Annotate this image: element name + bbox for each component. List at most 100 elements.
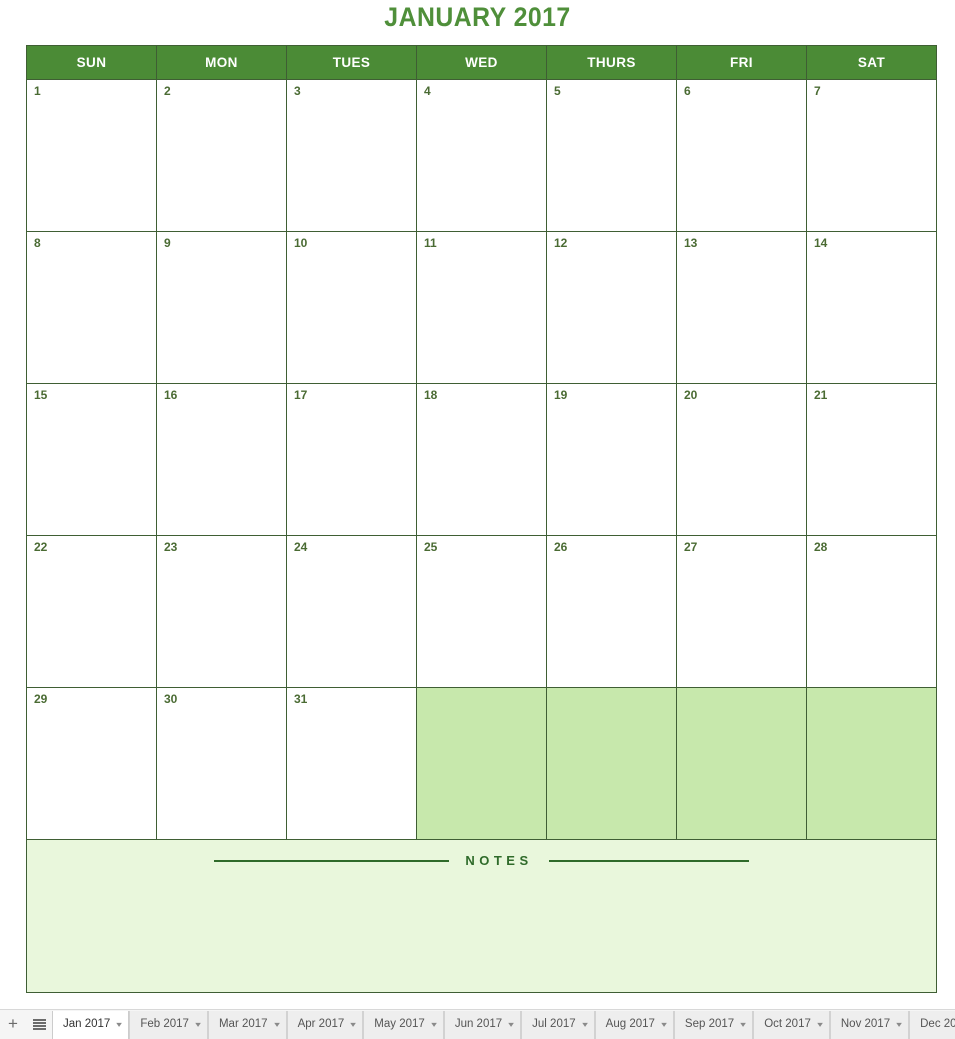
day-cell-10[interactable]: 10 — [286, 231, 417, 384]
day-number — [547, 688, 676, 693]
day-cell-24[interactable]: 24 — [286, 535, 417, 688]
chevron-down-icon[interactable]: ▾ — [350, 1021, 356, 1029]
day-cell-25[interactable]: 25 — [416, 535, 547, 688]
sheet-tab-oct-2017[interactable]: Oct 2017 ▾ — [753, 1011, 830, 1039]
day-number: 7 — [814, 84, 821, 98]
chevron-down-icon[interactable]: ▾ — [508, 1021, 514, 1029]
day-number: 8 — [34, 236, 41, 250]
page-title: JANUARY 2017 — [384, 2, 571, 32]
add-sheet-icon[interactable]: + — [0, 1010, 26, 1039]
day-number: 19 — [554, 388, 568, 402]
day-cell-5[interactable]: 5 — [546, 79, 677, 232]
day-number: 12 — [554, 236, 568, 250]
day-number: 10 — [294, 236, 308, 250]
day-number: 25 — [424, 540, 438, 554]
calendar-grid: SUN MON TUES WED THURS FRI SAT 1 2 3 4 5 6 7 8 9 10 11 12… — [26, 45, 937, 993]
chevron-down-icon[interactable]: ▾ — [740, 1021, 746, 1029]
chevron-down-icon[interactable]: ▾ — [195, 1021, 201, 1029]
day-cell-14[interactable]: 14 — [806, 231, 937, 384]
day-number: 11 — [424, 236, 437, 250]
sheet-tab-bar: + Jan 2017 ▾ Feb 2017 ▾ Mar 2017 ▾ Apr 2017 ▾ Ma… — [0, 1009, 955, 1039]
chevron-down-icon[interactable]: ▾ — [582, 1021, 588, 1029]
notes-cell[interactable]: NOTES — [26, 839, 937, 993]
sheet-tab-jul-2017[interactable]: Jul 2017 ▾ — [521, 1011, 595, 1039]
notes-rule-right — [548, 859, 749, 862]
sheet-tab-nov-2017[interactable]: Nov 2017 ▾ — [829, 1011, 910, 1039]
chevron-down-icon[interactable]: ▾ — [817, 1021, 823, 1029]
calendar-week-row: 8 9 10 11 12 13 14 — [26, 231, 937, 384]
day-number: 24 — [294, 540, 308, 554]
day-cell-22[interactable]: 22 — [26, 535, 157, 688]
day-number — [417, 688, 546, 693]
day-cell-28[interactable]: 28 — [806, 535, 937, 688]
sheet-tab-jun-2017[interactable]: Jun 2017 ▾ — [443, 1011, 522, 1039]
sheet-tab-mar-2017[interactable]: Mar 2017 ▾ — [207, 1011, 287, 1039]
day-cell-18[interactable]: 18 — [416, 383, 547, 536]
day-cell-26[interactable]: 26 — [546, 535, 677, 688]
sheet-tab-feb-2017[interactable]: Feb 2017 ▾ — [129, 1011, 208, 1039]
day-number: 15 — [34, 388, 48, 402]
all-sheets-icon[interactable] — [26, 1010, 52, 1039]
day-cell-13[interactable]: 13 — [676, 231, 807, 384]
chevron-down-icon[interactable]: ▾ — [896, 1021, 902, 1029]
day-number: 3 — [294, 84, 301, 98]
sheet-tab-label: Feb 2017 — [140, 1018, 189, 1031]
day-cell-15[interactable]: 15 — [26, 383, 157, 536]
day-cell-empty[interactable] — [546, 687, 677, 840]
day-cell-23[interactable]: 23 — [156, 535, 287, 688]
calendar-week-row: 29 30 31 — [26, 687, 937, 840]
sheet-tab-aug-2017[interactable]: Aug 2017 ▾ — [594, 1011, 674, 1039]
day-number: 18 — [424, 388, 438, 402]
sheet-tab-may-2017[interactable]: May 2017 ▾ — [363, 1011, 444, 1039]
day-number — [807, 688, 936, 693]
day-cell-20[interactable]: 20 — [676, 383, 807, 536]
sheet-tab-label: Oct 2017 — [764, 1018, 811, 1031]
day-cell-6[interactable]: 6 — [676, 79, 807, 232]
day-number: 5 — [554, 84, 561, 98]
day-number: 28 — [814, 540, 828, 554]
day-cell-3[interactable]: 3 — [286, 79, 417, 232]
day-cell-27[interactable]: 27 — [676, 535, 807, 688]
day-cell-4[interactable]: 4 — [416, 79, 547, 232]
day-cell-11[interactable]: 11 — [416, 231, 547, 384]
chevron-down-icon[interactable]: ▾ — [117, 1021, 123, 1029]
sheet-tab-label: Jul 2017 — [532, 1018, 576, 1031]
day-cell-30[interactable]: 30 — [156, 687, 287, 840]
sheet-tab-label: May 2017 — [374, 1018, 425, 1031]
chevron-down-icon[interactable]: ▾ — [274, 1021, 280, 1029]
day-cell-7[interactable]: 7 — [806, 79, 937, 232]
day-cell-21[interactable]: 21 — [806, 383, 937, 536]
day-cell-empty[interactable] — [806, 687, 937, 840]
sheet-tab-apr-2017[interactable]: Apr 2017 ▾ — [286, 1011, 364, 1039]
sheet-tab-label: Nov 2017 — [840, 1018, 891, 1031]
sheet-tabs-list: Jan 2017 ▾ Feb 2017 ▾ Mar 2017 ▾ Apr 2017 ▾ May … — [52, 1010, 955, 1039]
day-number: 2 — [164, 84, 171, 98]
weekday-header-sat: SAT — [806, 45, 937, 80]
day-cell-19[interactable]: 19 — [546, 383, 677, 536]
sheet-tab-dec-2017[interactable]: Dec 2017▾ — [909, 1011, 955, 1039]
chevron-down-icon[interactable]: ▾ — [431, 1021, 437, 1029]
day-number: 23 — [164, 540, 178, 554]
day-cell-1[interactable]: 1 — [26, 79, 157, 232]
weekday-header-fri: FRI — [676, 45, 807, 80]
day-cell-12[interactable]: 12 — [546, 231, 677, 384]
day-number: 9 — [164, 236, 171, 250]
day-cell-9[interactable]: 9 — [156, 231, 287, 384]
sheet-tab-label: Sep 2017 — [684, 1018, 735, 1031]
sheet-tab-label: Apr 2017 — [297, 1018, 345, 1031]
day-cell-29[interactable]: 29 — [26, 687, 157, 840]
notes-row: NOTES — [26, 839, 937, 993]
day-cell-2[interactable]: 2 — [156, 79, 287, 232]
day-cell-empty[interactable] — [676, 687, 807, 840]
day-cell-8[interactable]: 8 — [26, 231, 157, 384]
day-number: 27 — [684, 540, 698, 554]
day-cell-31[interactable]: 31 — [286, 687, 417, 840]
day-cell-17[interactable]: 17 — [286, 383, 417, 536]
sheet-tab-sep-2017[interactable]: Sep 2017 ▾ — [673, 1011, 754, 1039]
sheet-tab-jan-2017[interactable]: Jan 2017 ▾ — [52, 1011, 130, 1039]
chevron-down-icon[interactable]: ▾ — [661, 1021, 667, 1029]
day-cell-empty[interactable] — [416, 687, 547, 840]
calendar-table: SUN MON TUES WED THURS FRI SAT 1 2 3 4 5 6 7 8 9 10 11 12… — [26, 45, 937, 993]
day-cell-16[interactable]: 16 — [156, 383, 287, 536]
sheet-tab-label: Dec 2017 — [920, 1018, 955, 1031]
